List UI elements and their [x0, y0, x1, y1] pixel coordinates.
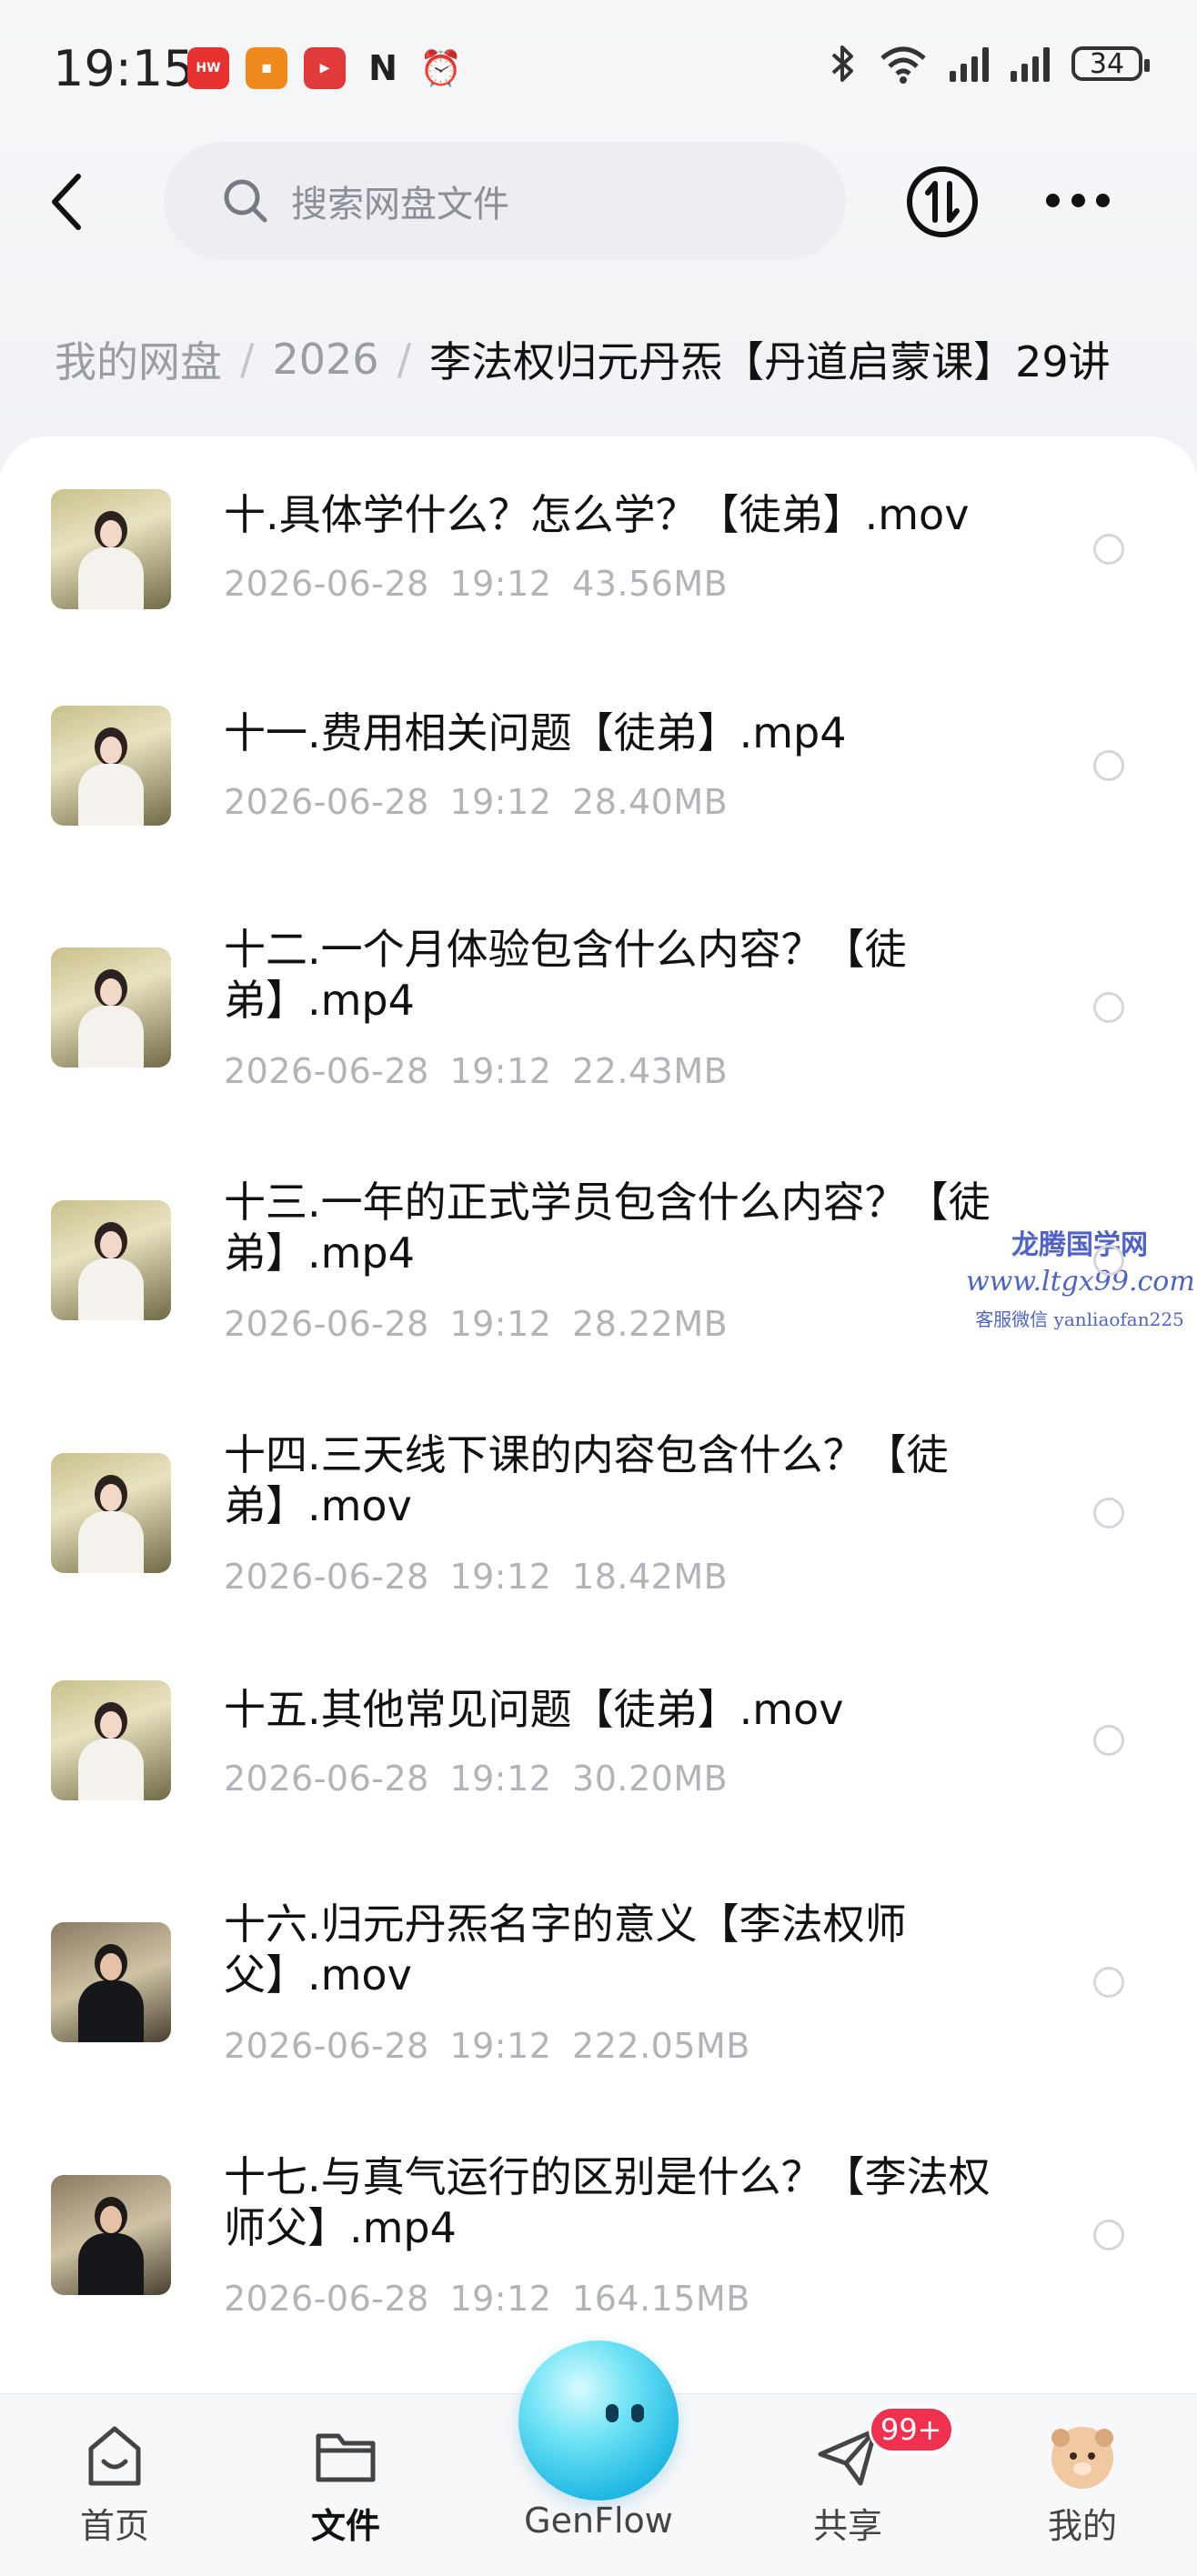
status-time: 19:15	[53, 40, 195, 97]
file-name: 十三.一年的正式学员包含什么内容？【徒弟】.mp4	[224, 1178, 991, 1278]
watermark-title: 龙腾国学网	[1011, 1229, 1148, 1261]
file-meta: 2026-06-28 19:12 28.22MB	[224, 1304, 729, 1344]
select-radio[interactable]	[1093, 750, 1124, 781]
select-radio[interactable]	[1093, 534, 1124, 565]
watermark-contact: 客服微信 yanliaofan225	[975, 1308, 1184, 1330]
nfc-icon: N	[368, 48, 397, 88]
bluetooth-icon	[831, 45, 853, 82]
genflow-eye	[606, 2404, 619, 2422]
transfer-icon	[907, 166, 978, 237]
file-name: 十六.归元丹炁名字的意义【李法权师父】.mov	[224, 1899, 907, 2000]
alarm-icon: ⏰	[419, 47, 463, 88]
avatar	[1051, 2427, 1113, 2489]
video-thumbnail	[51, 1680, 171, 1800]
file-name: 十一.费用相关问题【徒弟】.mp4	[224, 708, 847, 757]
nav-files-label: 文件	[310, 2506, 380, 2546]
select-radio[interactable]	[1093, 1725, 1124, 1756]
more-icon	[1046, 193, 1060, 207]
watermark: 龙腾国学网 www.ltgx99.com 客服微信 yanliaofan225	[966, 1222, 1195, 1331]
status-bar: 19:15 HW ◼ ▶ N ⏰ 34	[0, 0, 1197, 136]
file-meta: 2026-06-28 19:12 30.20MB	[224, 1759, 729, 1799]
video-thumbnail	[51, 947, 171, 1067]
search-placeholder: 搜索网盘文件	[291, 184, 509, 226]
breadcrumb-separator: /	[240, 335, 255, 384]
breadcrumb-current: 李法权归元丹炁【丹道启蒙课】29讲	[429, 337, 1111, 386]
nav-mine[interactable]: 我的	[1010, 2421, 1155, 2548]
file-meta: 2026-06-28 19:12 28.40MB	[224, 782, 729, 822]
breadcrumb-item-my-drive[interactable]: 我的网盘	[55, 329, 222, 389]
select-radio[interactable]	[1093, 1967, 1124, 1998]
nav-share-label: 共享	[812, 2506, 882, 2546]
file-name: 十五.其他常见问题【徒弟】.mov	[224, 1685, 844, 1734]
video-thumbnail	[51, 1453, 171, 1573]
nav-files[interactable]: 文件	[273, 2421, 418, 2548]
breadcrumb: 我的网盘 / 2026 / 李法权归元丹炁【丹道启蒙课】29讲	[55, 327, 1111, 391]
nav-home-label: 首页	[79, 2506, 149, 2546]
home-icon	[88, 2426, 141, 2486]
battery-level: 34	[1089, 47, 1125, 80]
genflow-eye	[631, 2404, 644, 2422]
wallet-icon: ◼	[246, 47, 287, 89]
file-meta: 2026-06-28 19:12 222.05MB	[224, 2026, 750, 2066]
share-badge: 99+	[869, 2406, 954, 2453]
file-name: 十七.与真气运行的区别是什么？【李法权师父】.mp4	[224, 2152, 991, 2252]
huawei-app-icon: HW	[187, 47, 229, 89]
video-thumbnail	[51, 706, 171, 826]
back-button[interactable]	[44, 165, 98, 238]
video-app-icon: ▶	[304, 47, 346, 89]
video-thumbnail	[51, 1200, 171, 1320]
breadcrumb-item-2026[interactable]: 2026	[273, 335, 379, 384]
chevron-left-icon	[52, 174, 81, 230]
nav-home[interactable]: 首页	[42, 2421, 187, 2548]
video-thumbnail	[51, 2175, 171, 2295]
genflow-button[interactable]	[518, 2340, 679, 2501]
video-thumbnail	[51, 489, 171, 609]
signal-icon	[950, 45, 989, 82]
file-name: 十.具体学什么？怎么学？【徒弟】.mov	[224, 490, 970, 539]
file-name: 十二.一个月体验包含什么内容？【徒弟】.mp4	[224, 925, 907, 1025]
file-meta: 2026-06-28 19:12 22.43MB	[224, 1051, 729, 1091]
select-radio[interactable]	[1093, 2220, 1124, 2250]
wifi-icon	[880, 46, 926, 84]
nav-mine-label: 我的	[1047, 2506, 1117, 2546]
file-meta: 2026-06-28 19:12 18.42MB	[224, 1557, 729, 1597]
select-radio[interactable]	[1093, 992, 1124, 1023]
more-button[interactable]	[1046, 173, 1110, 227]
search-icon	[224, 179, 267, 223]
folder-icon	[316, 2433, 376, 2482]
signal-icon	[1011, 45, 1050, 82]
breadcrumb-separator: /	[397, 335, 412, 384]
select-radio[interactable]	[1093, 1498, 1124, 1529]
battery-icon: 34	[1071, 46, 1150, 81]
file-meta: 2026-06-28 19:12 164.15MB	[224, 2279, 750, 2319]
search-input[interactable]: 搜索网盘文件	[164, 142, 846, 260]
nav-genflow-label: GenFlow	[524, 2501, 673, 2541]
select-radio[interactable]	[1093, 1245, 1124, 1276]
watermark-url: www.ltgx99.com	[966, 1266, 1195, 1298]
file-name: 十四.三天线下课的内容包含什么？【徒弟】.mov	[224, 1430, 949, 1530]
system-status-icons: 34	[830, 44, 1150, 84]
transfer-button[interactable]	[904, 164, 981, 240]
video-thumbnail	[51, 1922, 171, 2042]
file-meta: 2026-06-28 19:12 43.56MB	[224, 564, 729, 604]
notification-icons: HW ◼ ▶ N ⏰	[187, 47, 463, 89]
